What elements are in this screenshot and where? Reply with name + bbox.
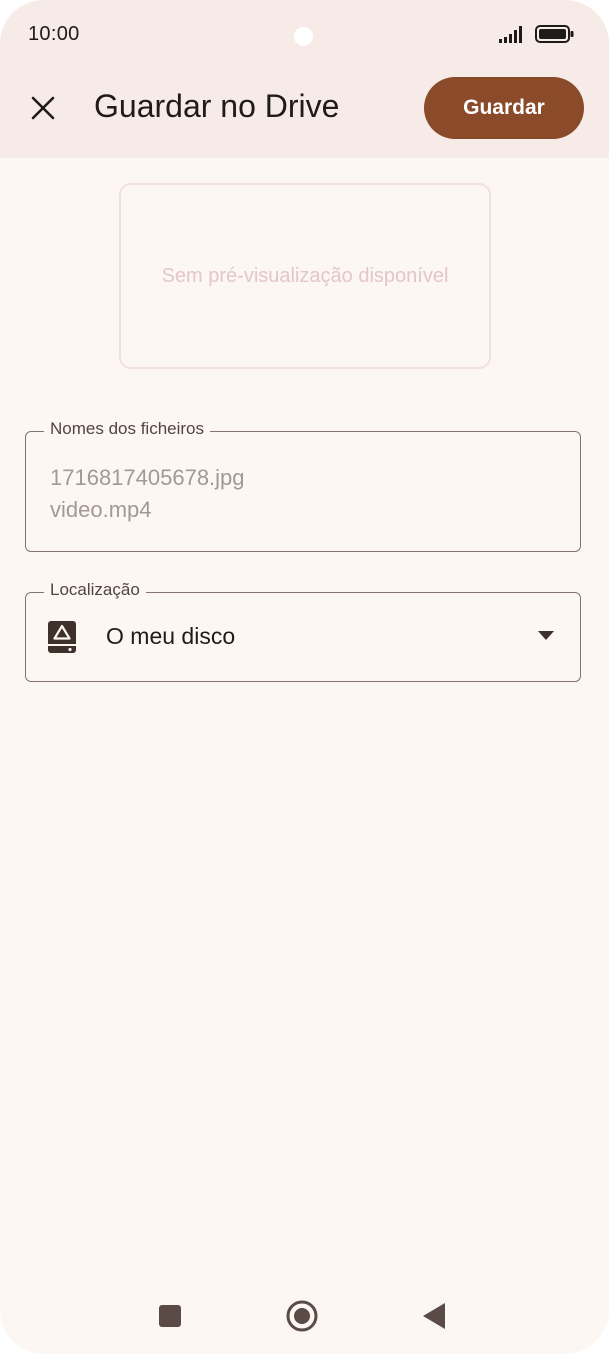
battery-icon (535, 25, 574, 43)
close-button[interactable] (18, 83, 68, 133)
page-title: Guardar no Drive (94, 88, 340, 124)
file-name: video.mp4 (50, 497, 152, 522)
drive-icon (48, 621, 76, 653)
file-name: 1716817405678.jpg (50, 465, 245, 490)
location-label: Localização (44, 580, 146, 600)
dropdown-arrow-icon (538, 631, 554, 640)
recent-apps-button[interactable] (150, 1294, 190, 1338)
location-value: O meu disco (106, 623, 236, 649)
phone-screen: 10:00 Guardar no Drive Guardar Sem pré-v… (0, 0, 609, 1354)
preview-box: Sem pré-visualização disponível (119, 183, 491, 369)
back-button[interactable] (414, 1294, 454, 1338)
preview-text: Sem pré-visualização disponível (161, 264, 449, 287)
status-icons (499, 25, 575, 43)
signal-icon (499, 25, 522, 43)
close-icon (31, 96, 55, 120)
home-icon (286, 1300, 318, 1332)
home-button[interactable] (280, 1294, 324, 1338)
location-dropdown[interactable]: Localização O meu disco (25, 580, 581, 682)
back-icon (423, 1303, 445, 1329)
file-names-label: Nomes dos ficheiros (44, 419, 211, 439)
app-bar: 10:00 Guardar no Drive Guardar (0, 0, 609, 158)
save-button[interactable]: Guardar (424, 77, 584, 139)
status-time: 10:00 (28, 23, 80, 45)
navigation-bar (0, 1284, 609, 1348)
file-list: 1716817405678.jpg video.mp4 (50, 462, 245, 526)
file-names-field[interactable]: Nomes dos ficheiros 1716817405678.jpg vi… (25, 419, 581, 552)
camera-cutout (294, 27, 313, 46)
recent-apps-icon (159, 1305, 181, 1327)
